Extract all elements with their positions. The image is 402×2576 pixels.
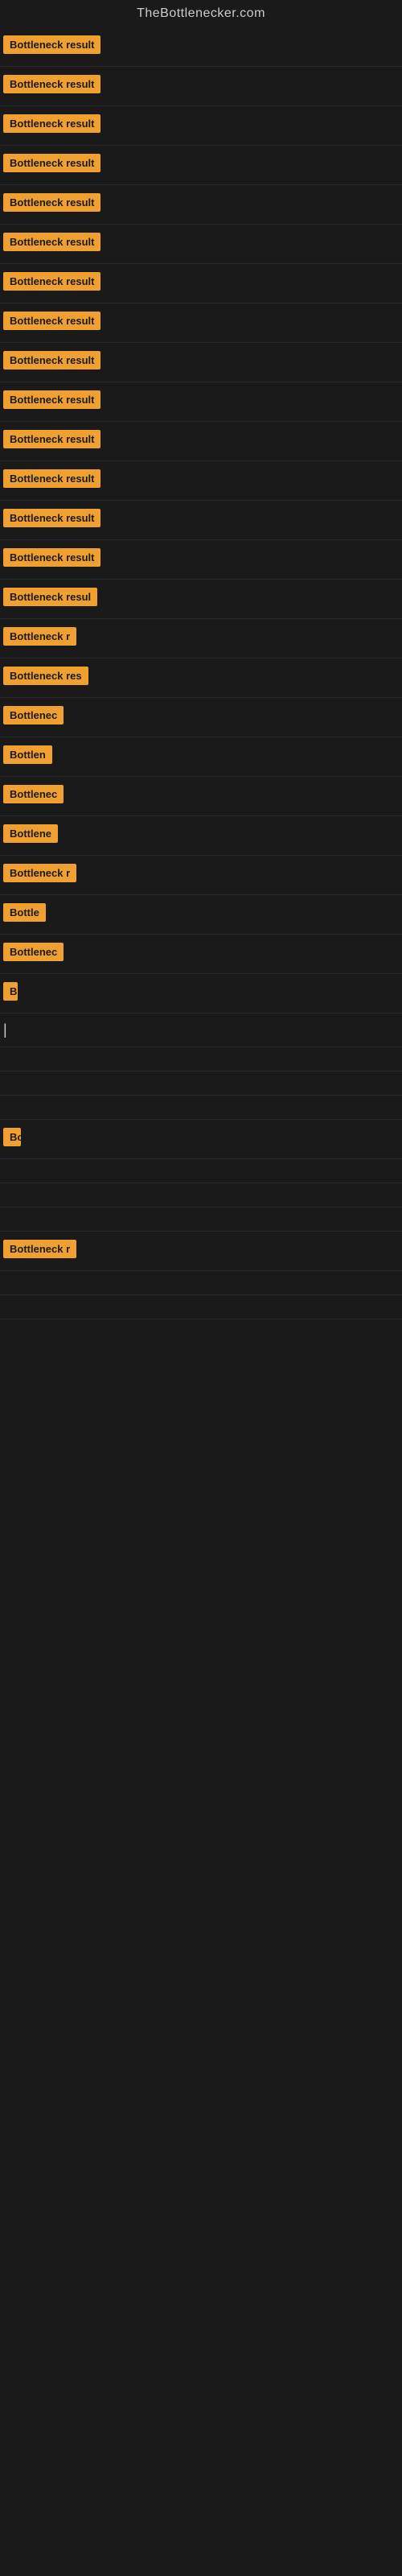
bottleneck-badge: Bottleneck result [3, 154, 100, 172]
list-item[interactable]: B [0, 974, 402, 1013]
cursor-indicator: | [3, 1022, 7, 1038]
bottleneck-badge: Bo [3, 1128, 21, 1146]
list-item[interactable]: Bottlenec [0, 698, 402, 737]
bottleneck-badge: Bottlenec [3, 785, 64, 803]
list-item[interactable]: Bottleneck r [0, 1232, 402, 1271]
list-item[interactable]: Bottlene [0, 816, 402, 856]
list-item[interactable]: Bottleneck result [0, 501, 402, 540]
list-item[interactable]: Bottleneck result [0, 264, 402, 303]
list-item[interactable]: Bottleneck result [0, 106, 402, 146]
list-item[interactable]: Bottleneck resul [0, 580, 402, 619]
bottleneck-badge: Bottlenec [3, 943, 64, 961]
bottleneck-badge: Bottleneck result [3, 509, 100, 527]
bottleneck-badge: Bottleneck resul [3, 588, 97, 606]
bottleneck-badge: Bottleneck r [3, 1240, 76, 1258]
list-item[interactable]: Bottleneck result [0, 540, 402, 580]
bottleneck-badge: B [3, 982, 18, 1001]
list-item[interactable]: Bottlenec [0, 935, 402, 974]
list-item[interactable]: Bottleneck result [0, 382, 402, 422]
list-item[interactable] [0, 1295, 402, 1319]
bottleneck-badge: Bottle [3, 903, 46, 922]
site-title: TheBottlenecker.com [0, 0, 402, 27]
list-item[interactable] [0, 1183, 402, 1208]
bottleneck-badge: Bottleneck result [3, 114, 100, 133]
list-item[interactable]: Bottleneck result [0, 27, 402, 67]
list-item[interactable] [0, 1159, 402, 1183]
list-item[interactable]: Bottlen [0, 737, 402, 777]
list-item[interactable]: Bottleneck result [0, 67, 402, 106]
list-item[interactable]: Bottleneck r [0, 619, 402, 658]
bottleneck-badge: Bottleneck result [3, 193, 100, 212]
list-item[interactable]: Bottleneck result [0, 185, 402, 225]
bottleneck-badge: Bottleneck result [3, 351, 100, 369]
list-item[interactable]: Bo [0, 1120, 402, 1159]
list-item[interactable] [0, 1047, 402, 1071]
bottleneck-badge: Bottleneck result [3, 75, 100, 93]
bottleneck-badge: Bottleneck r [3, 864, 76, 882]
bottleneck-badge: Bottleneck res [3, 667, 88, 685]
bottleneck-badge: Bottlen [3, 745, 52, 764]
bottleneck-badge: Bottleneck result [3, 548, 100, 567]
bottleneck-badge: Bottleneck result [3, 312, 100, 330]
list-item[interactable] [0, 1271, 402, 1295]
list-item[interactable] [0, 1096, 402, 1120]
bottleneck-badge: Bottleneck result [3, 233, 100, 251]
results-list: Bottleneck result Bottleneck result Bottle… [0, 27, 402, 1319]
list-item[interactable]: Bottleneck r [0, 856, 402, 895]
bottleneck-badge: Bottleneck result [3, 469, 100, 488]
list-item[interactable]: Bottleneck result [0, 303, 402, 343]
bottleneck-badge: Bottleneck result [3, 390, 100, 409]
list-item[interactable]: Bottlenec [0, 777, 402, 816]
list-item[interactable] [0, 1208, 402, 1232]
list-item[interactable]: | [0, 1013, 402, 1047]
list-item[interactable]: Bottleneck result [0, 225, 402, 264]
bottleneck-badge: Bottleneck result [3, 430, 100, 448]
list-item[interactable]: Bottleneck result [0, 422, 402, 461]
list-item[interactable]: Bottleneck result [0, 343, 402, 382]
bottleneck-badge: Bottleneck result [3, 35, 100, 54]
list-item[interactable]: Bottleneck result [0, 146, 402, 185]
list-item[interactable]: Bottle [0, 895, 402, 935]
bottleneck-badge: Bottlene [3, 824, 58, 843]
list-item[interactable] [0, 1071, 402, 1096]
bottleneck-badge: Bottleneck result [3, 272, 100, 291]
bottleneck-badge: Bottleneck r [3, 627, 76, 646]
bottleneck-badge: Bottlenec [3, 706, 64, 724]
list-item[interactable]: Bottleneck res [0, 658, 402, 698]
list-item[interactable]: Bottleneck result [0, 461, 402, 501]
